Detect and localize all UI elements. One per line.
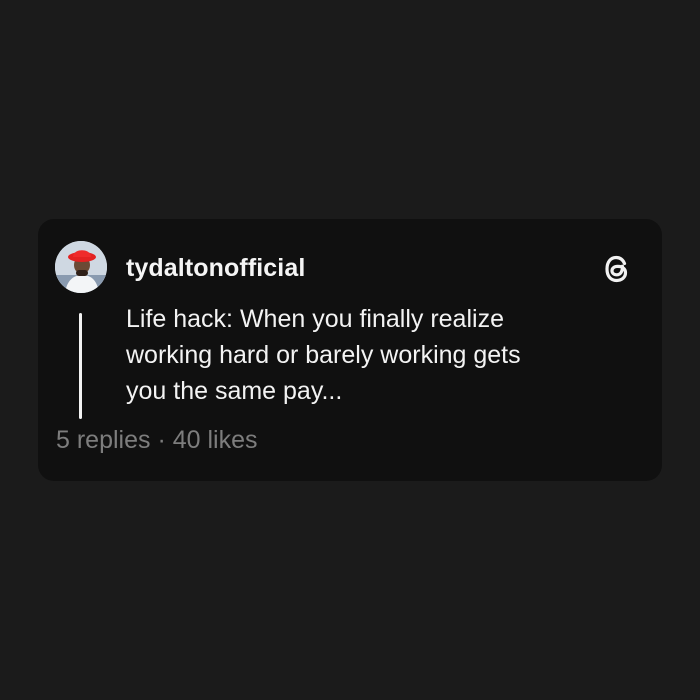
threads-post-card[interactable]: tydaltonofficial Life hack: When you fin… [38,219,662,481]
replies-count[interactable]: 5 replies [56,426,151,454]
avatar[interactable] [55,241,107,293]
post-text-line: Life hack: When you finally realize [126,305,504,333]
post-text-line: you the same pay... [126,377,343,405]
avatar-photo-icon [55,241,107,293]
stats-separator: · [157,426,166,454]
post-text-line: working hard or barely working gets [126,341,521,369]
username[interactable]: tydaltonofficial [126,253,305,283]
threads-logo-icon[interactable] [602,253,632,285]
post-text: Life hack: When you finally realize work… [126,301,626,409]
thread-connector-line [79,313,82,419]
post-stats: 5 replies · 40 likes [56,424,258,456]
likes-count[interactable]: 40 likes [173,426,258,454]
